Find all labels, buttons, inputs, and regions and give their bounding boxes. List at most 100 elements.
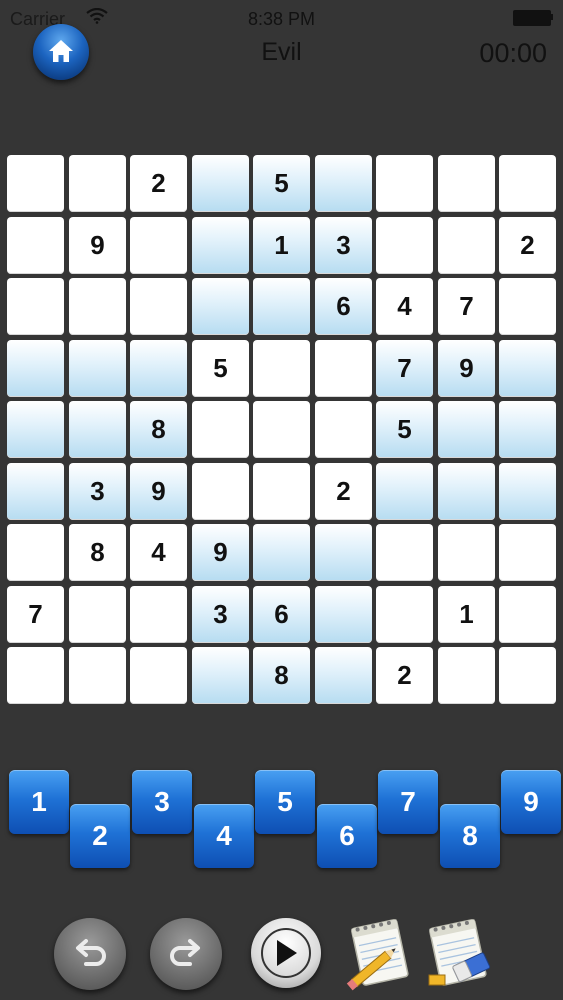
sudoku-cell[interactable]: 3 — [315, 217, 372, 274]
sudoku-cell[interactable] — [69, 278, 126, 335]
sudoku-cell[interactable] — [69, 155, 126, 212]
sudoku-cell[interactable] — [438, 217, 495, 274]
sudoku-cell[interactable]: 6 — [315, 278, 372, 335]
sudoku-cell[interactable]: 8 — [69, 524, 126, 581]
sudoku-cell[interactable] — [315, 340, 372, 397]
sudoku-cell[interactable] — [192, 217, 249, 274]
sudoku-cell[interactable] — [499, 586, 556, 643]
sudoku-cell[interactable] — [7, 463, 64, 520]
sudoku-cell[interactable] — [499, 340, 556, 397]
sudoku-cell[interactable] — [253, 463, 310, 520]
sudoku-cell[interactable]: 7 — [7, 586, 64, 643]
home-button[interactable] — [33, 24, 89, 80]
sudoku-cell[interactable]: 2 — [499, 217, 556, 274]
play-button[interactable] — [251, 918, 321, 988]
sudoku-cell[interactable] — [7, 340, 64, 397]
number-key-8[interactable]: 8 — [440, 804, 500, 868]
sudoku-cell[interactable]: 4 — [130, 524, 187, 581]
sudoku-cell[interactable] — [192, 155, 249, 212]
sudoku-cell[interactable]: 8 — [253, 647, 310, 704]
sudoku-cell[interactable]: 2 — [315, 463, 372, 520]
sudoku-cell[interactable]: 1 — [253, 217, 310, 274]
difficulty-title: Evil — [261, 38, 302, 66]
number-key-2[interactable]: 2 — [70, 804, 130, 868]
sudoku-cell[interactable] — [315, 647, 372, 704]
sudoku-cell[interactable]: 7 — [376, 340, 433, 397]
notepad-pencil-icon[interactable] — [343, 913, 421, 993]
sudoku-cell[interactable] — [315, 155, 372, 212]
sudoku-cell[interactable] — [7, 155, 64, 212]
sudoku-cell[interactable] — [376, 217, 433, 274]
undo-button[interactable] — [54, 918, 126, 990]
sudoku-cell[interactable] — [315, 586, 372, 643]
sudoku-cell[interactable] — [253, 524, 310, 581]
sudoku-cell[interactable]: 9 — [438, 340, 495, 397]
sudoku-cell[interactable] — [438, 463, 495, 520]
sudoku-cell[interactable] — [376, 586, 433, 643]
sudoku-cell[interactable] — [7, 524, 64, 581]
clock: 8:38 PM — [247, 9, 316, 29]
redo-button[interactable] — [150, 918, 222, 990]
sudoku-cell[interactable]: 2 — [376, 647, 433, 704]
sudoku-cell[interactable] — [253, 278, 310, 335]
sudoku-cell[interactable]: 5 — [192, 340, 249, 397]
sudoku-cell[interactable] — [376, 463, 433, 520]
sudoku-cell[interactable]: 3 — [192, 586, 249, 643]
sudoku-cell[interactable]: 2 — [130, 155, 187, 212]
sudoku-cell[interactable] — [192, 463, 249, 520]
sudoku-cell[interactable] — [130, 586, 187, 643]
sudoku-cell[interactable] — [130, 647, 187, 704]
sudoku-cell[interactable] — [499, 278, 556, 335]
sudoku-cell[interactable] — [7, 217, 64, 274]
sudoku-cell[interactable] — [315, 524, 372, 581]
sudoku-cell[interactable] — [130, 217, 187, 274]
sudoku-cell[interactable] — [69, 647, 126, 704]
number-key-3[interactable]: 3 — [132, 770, 192, 834]
number-key-1[interactable]: 1 — [9, 770, 69, 834]
sudoku-cell[interactable] — [69, 401, 126, 458]
sudoku-cell[interactable] — [69, 586, 126, 643]
sudoku-cell[interactable]: 5 — [253, 155, 310, 212]
sudoku-cell[interactable]: 6 — [253, 586, 310, 643]
sudoku-cell[interactable]: 3 — [69, 463, 126, 520]
sudoku-cell[interactable] — [438, 155, 495, 212]
sudoku-cell[interactable] — [192, 401, 249, 458]
sudoku-cell[interactable] — [438, 401, 495, 458]
sudoku-cell[interactable] — [376, 524, 433, 581]
sudoku-cell[interactable]: 1 — [438, 586, 495, 643]
sudoku-cell[interactable] — [499, 524, 556, 581]
sudoku-cell[interactable] — [499, 401, 556, 458]
sudoku-cell[interactable] — [438, 524, 495, 581]
sudoku-cell[interactable] — [192, 278, 249, 335]
sudoku-cell[interactable] — [253, 401, 310, 458]
sudoku-cell[interactable] — [438, 647, 495, 704]
sudoku-cell[interactable] — [499, 463, 556, 520]
number-key-7[interactable]: 7 — [378, 770, 438, 834]
sudoku-cell[interactable] — [69, 340, 126, 397]
sudoku-cell[interactable] — [499, 647, 556, 704]
sudoku-cell[interactable] — [376, 155, 433, 212]
sudoku-cell[interactable]: 9 — [130, 463, 187, 520]
number-key-4[interactable]: 4 — [194, 804, 254, 868]
sudoku-cell[interactable] — [7, 278, 64, 335]
sudoku-cell[interactable] — [192, 647, 249, 704]
sudoku-cell[interactable]: 8 — [130, 401, 187, 458]
sudoku-cell[interactable]: 4 — [376, 278, 433, 335]
sudoku-cell[interactable]: 7 — [438, 278, 495, 335]
notepad-eraser-icon[interactable] — [421, 913, 499, 993]
number-key-5[interactable]: 5 — [255, 770, 315, 834]
sudoku-grid: 25913264757985392849736182 — [7, 155, 559, 707]
sudoku-cell[interactable]: 9 — [69, 217, 126, 274]
sudoku-cell[interactable] — [7, 647, 64, 704]
sudoku-cell[interactable] — [499, 155, 556, 212]
number-key-9[interactable]: 9 — [501, 770, 561, 834]
number-key-6[interactable]: 6 — [317, 804, 377, 868]
sudoku-cell[interactable]: 9 — [192, 524, 249, 581]
sudoku-cell[interactable] — [130, 278, 187, 335]
sudoku-cell[interactable] — [7, 401, 64, 458]
sudoku-cell[interactable] — [253, 340, 310, 397]
undo-icon — [76, 939, 106, 966]
sudoku-cell[interactable] — [315, 401, 372, 458]
sudoku-cell[interactable]: 5 — [376, 401, 433, 458]
sudoku-cell[interactable] — [130, 340, 187, 397]
